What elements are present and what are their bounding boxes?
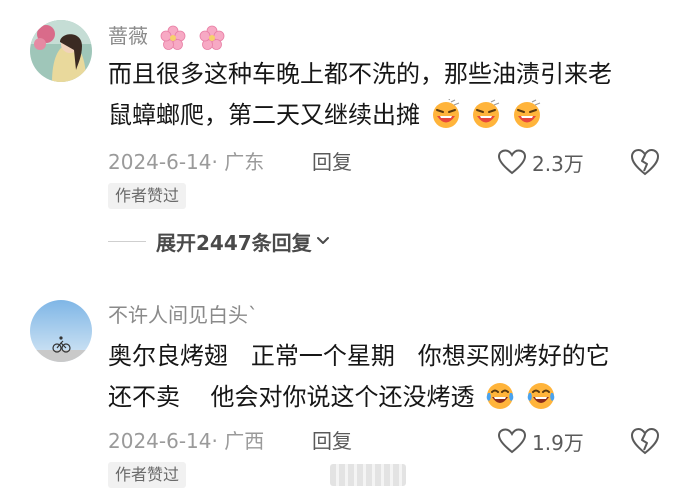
broken-heart-icon[interactable] <box>630 426 660 456</box>
reply-button[interactable]: 回复 <box>312 149 352 175</box>
cherry-blossom-icon <box>160 25 186 50</box>
like-count: 2.3万 <box>532 151 584 176</box>
heart-icon <box>498 428 526 454</box>
broken-heart-icon[interactable] <box>630 147 660 177</box>
expand-replies-label: 展开2447条回复 <box>156 230 312 255</box>
laughing-face-icon <box>513 99 541 128</box>
comment-text-line: 而且很多这种车晚上都不洗的，那些油渍引来老 <box>108 60 612 88</box>
heart-icon <box>498 149 526 175</box>
like-button[interactable]: 1.9万 <box>498 426 584 456</box>
crying-laughing-face-icon <box>527 383 555 409</box>
expand-replies-button[interactable]: 展开2447条回复 <box>108 227 330 255</box>
author-liked-badge: 作者赞过 <box>108 183 187 209</box>
chevron-down-icon <box>316 237 329 244</box>
comment-text: 而且很多这种车晚上都不洗的，那些油渍引来老 鼠蟑螂爬，第二天又继续出摊 <box>108 54 668 136</box>
cherry-blossom-icon <box>199 25 225 50</box>
username[interactable]: 蔷薇 <box>108 22 225 51</box>
comment-meta: 2024-6-14· 广西 <box>108 429 265 453</box>
avatar[interactable] <box>30 20 92 82</box>
comment-text-line: 还不卖 他会对你说这个还没烤透 <box>108 383 475 411</box>
comment-text-line: 奥尔良烤翅 正常一个星期 你想买刚烤好的它 <box>108 342 610 370</box>
laughing-face-icon <box>432 99 459 128</box>
like-button[interactable]: 2.3万 <box>498 147 584 177</box>
comment-text: 奥尔良烤翅 正常一个星期 你想买刚烤好的它 还不卖 他会对你说这个还没烤透 <box>108 336 668 418</box>
divider <box>108 240 146 242</box>
watermark <box>330 464 406 486</box>
like-count: 1.9万 <box>532 430 584 455</box>
avatar[interactable] <box>30 300 92 362</box>
author-liked-badge: 作者赞过 <box>108 462 187 488</box>
comment-text-line: 鼠蟑螂爬，第二天又继续出摊 <box>108 101 420 129</box>
comment-meta: 2024-6-14· 广东 <box>108 150 265 174</box>
crying-laughing-face-icon <box>486 383 514 409</box>
username[interactable]: 不许人间见白头` <box>108 301 258 329</box>
reply-button[interactable]: 回复 <box>312 428 352 454</box>
username-text: 蔷薇 <box>108 24 148 48</box>
laughing-face-icon <box>473 99 500 128</box>
